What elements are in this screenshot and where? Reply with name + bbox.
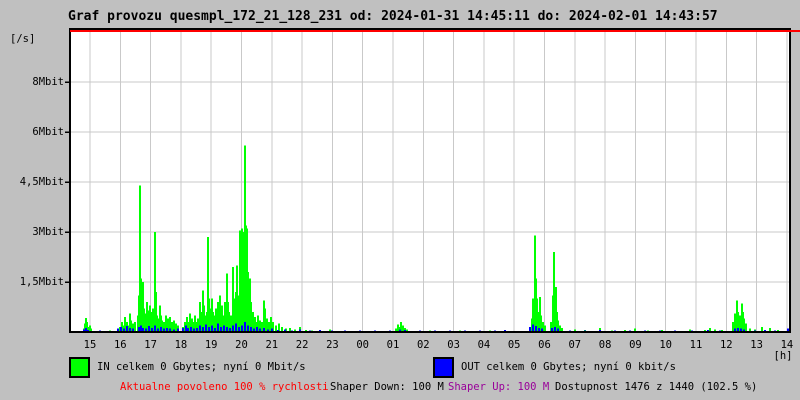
x-axis-unit-label: [h]	[773, 350, 793, 362]
x-tick-label: 11	[689, 339, 703, 351]
out-legend-label: OUT celkem 0 Gbytes; nyní 0 kbit/s	[461, 361, 676, 373]
x-tick-label: 22	[295, 339, 309, 351]
in-legend-swatch	[69, 357, 90, 378]
x-tick-label: 05	[507, 339, 521, 351]
y-tick-label: 1,5Mbit	[19, 276, 64, 288]
x-tick-label: 12	[719, 339, 733, 351]
availability-label: Dostupnost 1476 z 1440 (102.5 %)	[555, 381, 758, 393]
traffic-graph-page: { "header": { "title": "Graf provozu que…	[0, 0, 800, 400]
y-tick-label: 8Mbit	[32, 76, 64, 88]
y-tick-label: 3Mbit	[32, 226, 64, 238]
x-tick-label: 18	[174, 339, 188, 351]
x-tick-label: 20	[235, 339, 248, 351]
y-tick-label: 6Mbit	[32, 126, 64, 138]
shaper-up-label: Shaper Up: 100 M	[448, 381, 550, 393]
x-tick-label: 01	[386, 339, 400, 351]
shaper-down-label: Shaper Down: 100 M	[330, 381, 444, 393]
x-tick-label: 00	[356, 339, 370, 351]
x-tick-label: 07	[568, 339, 582, 351]
in-legend-label: IN celkem 0 Gbytes; nyní 0 Mbit/s	[97, 361, 306, 373]
x-tick-label: 04	[477, 339, 491, 351]
x-tick-label: 06	[538, 339, 551, 351]
out-legend-swatch	[433, 357, 454, 378]
x-tick-label: 09	[629, 339, 642, 351]
x-tick-label: 08	[598, 339, 612, 351]
x-tick-label: 21	[265, 339, 279, 351]
x-tick-label: 16	[113, 339, 127, 351]
x-tick-label: 10	[659, 339, 673, 351]
x-tick-label: 17	[144, 339, 157, 351]
allowed-speed-label: Aktualne povoleno 100 % rychlosti	[120, 381, 329, 393]
x-tick-label: 19	[204, 339, 218, 351]
plot-area	[70, 29, 790, 332]
y-tick-label: 4,5Mbit	[19, 176, 64, 188]
x-tick-label: 23	[326, 339, 339, 351]
x-tick-label: 15	[83, 339, 97, 351]
x-tick-label: 03	[447, 339, 460, 351]
x-tick-label: 02	[416, 339, 430, 351]
